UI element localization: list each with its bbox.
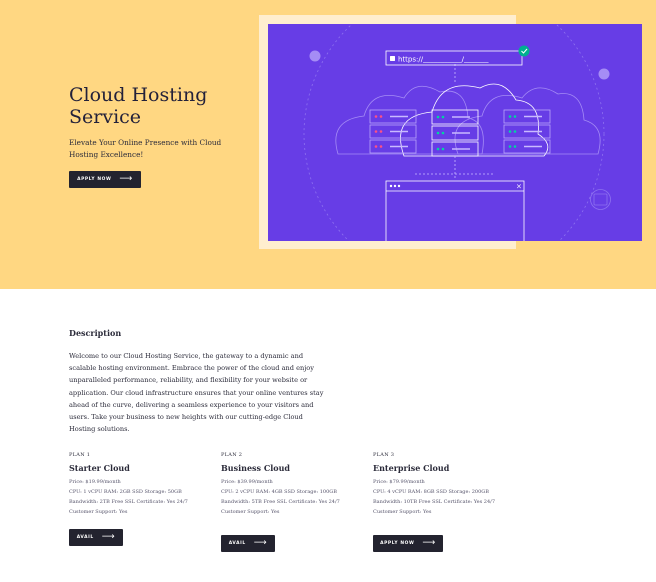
plan-number: PLAN 3 xyxy=(373,452,395,458)
arrow-right-icon: ⟶ xyxy=(119,174,133,184)
plan-bandwidth: Bandwidth: 10TB Free SSL Certificate: Ye… xyxy=(373,499,496,505)
plan-number: PLAN 1 xyxy=(69,452,91,458)
avail-button-business[interactable]: AVAIL ⟶ xyxy=(221,535,275,552)
lock-icon xyxy=(390,56,395,61)
plan-bandwidth: Bandwidth: 2TB Free SSL Certificate: Yes… xyxy=(69,499,188,505)
arrow-right-icon: ⟶ xyxy=(422,538,436,548)
hero-section: Cloud Hosting Service Elevate Your Onlin… xyxy=(0,0,656,289)
plan-price: Price: $79.99/month xyxy=(373,479,425,485)
arrow-right-icon: ⟶ xyxy=(101,532,116,542)
plan-support: Customer Support: Yes xyxy=(69,509,128,515)
description-title: Description xyxy=(69,328,122,338)
plan-card-starter: PLAN 1 Starter Cloud Price: $19.99/month… xyxy=(69,452,209,517)
plan-card-business: PLAN 2 Business Cloud Price: $39.99/mont… xyxy=(221,452,361,517)
apply-now-button-enterprise[interactable]: APPLY NOW ⟶ xyxy=(373,535,443,552)
decorative-dot xyxy=(309,50,321,62)
cloud-hosting-illustration: https://___________/_______ × xyxy=(268,24,642,241)
plan-number: PLAN 2 xyxy=(221,452,243,458)
apply-now-button[interactable]: APPLY NOW ⟶ xyxy=(69,171,141,188)
plan-name: Enterprise Cloud xyxy=(373,463,450,473)
plan-bandwidth: Bandwidth: 5TB Free SSL Certificate: Yes… xyxy=(221,499,340,505)
url-text: https://___________/_______ xyxy=(398,56,489,64)
cloud-icon xyxy=(335,85,484,155)
plan-support: Customer Support: Yes xyxy=(373,509,432,515)
browser-window-icon xyxy=(385,180,525,241)
apply-now-label: APPLY NOW xyxy=(380,541,415,546)
plan-specs: CPU: 2 vCPU RAM: 4GB SSD Storage: 100GB xyxy=(221,489,337,495)
check-icon xyxy=(518,45,530,57)
description-body: Welcome to our Cloud Hosting Service, th… xyxy=(69,352,324,434)
apply-now-label: APPLY NOW xyxy=(77,177,112,182)
avail-label: AVAIL xyxy=(76,535,94,540)
avail-label: AVAIL xyxy=(228,541,246,546)
hero-title: Cloud Hosting Service xyxy=(69,84,208,128)
plan-specs: CPU: 1 vCPU RAM: 2GB SSD Storage: 50GB xyxy=(69,489,182,495)
plan-price: Price: $39.99/month xyxy=(221,479,273,485)
plan-price: Price: $19.99/month xyxy=(69,479,121,485)
decorative-dot xyxy=(598,68,610,80)
lock-icon xyxy=(593,193,608,206)
close-icon: × xyxy=(516,183,522,191)
plan-name: Business Cloud xyxy=(221,463,290,473)
plan-support: Customer Support: Yes xyxy=(221,509,280,515)
plan-specs: CPU: 4 vCPU RAM: 8GB SSD Storage: 200GB xyxy=(373,489,489,495)
plan-name: Starter Cloud xyxy=(69,463,130,473)
arrow-right-icon: ⟶ xyxy=(253,538,268,548)
plan-card-enterprise: PLAN 3 Enterprise Cloud Price: $79.99/mo… xyxy=(373,452,513,517)
hero-subtitle: Elevate Your Online Presence with Cloud … xyxy=(69,138,222,159)
avail-button-starter[interactable]: AVAIL ⟶ xyxy=(69,529,123,546)
cloud-icon xyxy=(454,87,601,155)
